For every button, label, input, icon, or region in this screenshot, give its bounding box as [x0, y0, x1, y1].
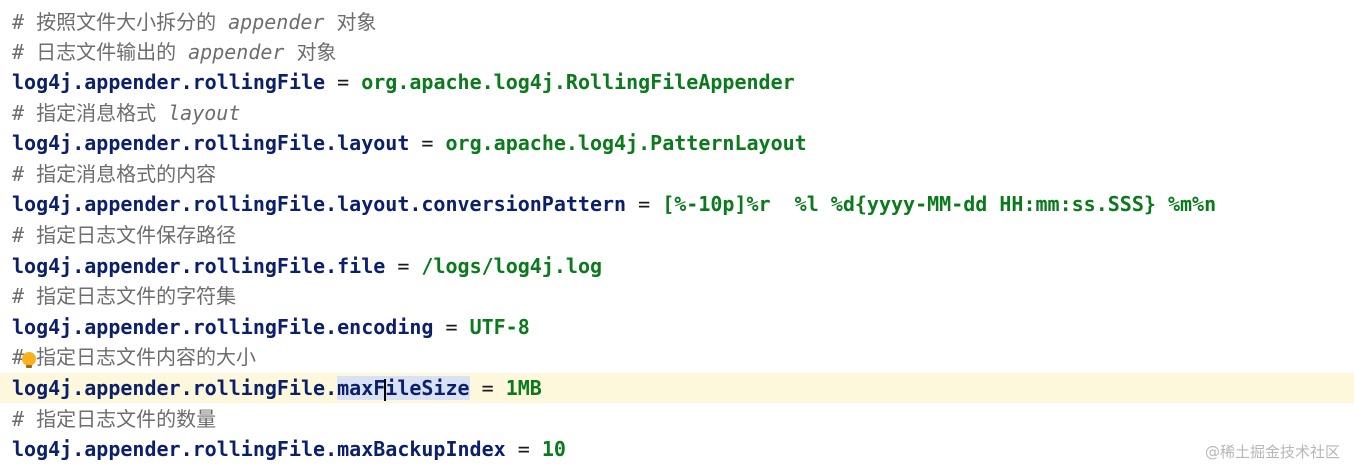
comment-text: 指定消息格式的内容 [36, 162, 217, 186]
comment-text: 指定日志文件的字符集 [36, 284, 237, 308]
property-equals: = [385, 254, 422, 278]
lightbulb-icon[interactable] [22, 351, 37, 368]
code-line-comment[interactable]: # 指定消息格式 layout [0, 98, 1354, 128]
property-equals: = [505, 437, 542, 461]
comment-suffix: 对象 [284, 40, 337, 64]
comment-prefix: # [12, 162, 37, 186]
comment-text: 日志文件输出的 [36, 40, 189, 64]
property-equals: = [626, 192, 663, 216]
property-key: log4j.appender.rollingFile.encoding [12, 315, 434, 339]
comment-prefix: # [12, 10, 37, 34]
code-line-comment[interactable]: # 指定日志文件保存路径 [0, 220, 1354, 250]
comment-text: 指定消息格式 [36, 101, 169, 125]
code-line-comment[interactable]: # 按照文件大小拆分的 appender 对象 [0, 7, 1354, 37]
watermark: @稀土掘金技术社区 [1204, 443, 1340, 461]
code-line-comment[interactable]: # 日志文件输出的 appender 对象 [0, 37, 1354, 67]
code-line-comment[interactable]: # 指定日志文件内容的大小 [0, 342, 1354, 372]
property-key: log4j.appender.rollingFile.layout.conver… [12, 192, 627, 216]
comment-suffix: 对象 [324, 10, 377, 34]
property-value: [%-10p]%r %l %d{yyyy-MM-dd HH:mm:ss.SSS}… [662, 192, 1217, 216]
property-value: org.apache.log4j.RollingFileAppender [361, 70, 795, 94]
property-equals: = [433, 315, 470, 339]
code-line-comment[interactable]: # 指定日志文件的数量 [0, 404, 1354, 434]
comment-italic: appender [188, 40, 285, 64]
comment-text: 指定日志文件保存路径 [36, 223, 237, 247]
property-value: 1MB [505, 376, 542, 400]
comment-text: 指定日志文件内容的大小 [36, 345, 257, 369]
property-equals: = [409, 131, 446, 155]
property-key: log4j.appender.rollingFile.file [12, 254, 386, 278]
code-line-property[interactable]: log4j.appender.rollingFile.encoding = UT… [0, 312, 1354, 342]
selected-word: maxFileSize [337, 376, 470, 401]
code-editor[interactable]: # 按照文件大小拆分的 appender 对象 # 日志文件输出的 append… [0, 0, 1354, 470]
comment-prefix: # [12, 101, 37, 125]
code-line-comment[interactable]: # 指定日志文件的字符集 [0, 281, 1354, 311]
comment-prefix: # [12, 223, 37, 247]
comment-prefix: # [12, 40, 37, 64]
property-value: /logs/log4j.log [421, 254, 603, 278]
code-line-property[interactable]: log4j.appender.rollingFile.maxBackupInde… [0, 434, 1354, 464]
selected-word-before-caret: maxF [337, 376, 386, 400]
comment-italic: layout [168, 101, 241, 125]
property-key: log4j.appender.rollingFile.layout [12, 131, 410, 155]
property-key: log4j.appender.rollingFile [12, 70, 326, 94]
selected-word-after-caret: ileSize [385, 376, 470, 400]
property-value: org.apache.log4j.PatternLayout [445, 131, 807, 155]
code-line-property[interactable]: log4j.appender.rollingFile.layout = org.… [0, 128, 1354, 158]
code-line-property[interactable]: log4j.appender.rollingFile = org.apache.… [0, 67, 1354, 97]
comment-prefix: # [12, 407, 37, 431]
property-value: UTF-8 [469, 315, 530, 339]
comment-prefix: # [12, 284, 37, 308]
property-key-prefix: log4j.appender.rollingFile. [12, 376, 338, 400]
code-line-current[interactable]: log4j.appender.rollingFile.maxFileSize =… [0, 373, 1354, 403]
comment-italic: appender [228, 10, 325, 34]
property-equals: = [469, 376, 506, 400]
property-key: log4j.appender.rollingFile.maxBackupInde… [12, 437, 506, 461]
property-value: 10 [541, 437, 566, 461]
code-line-property[interactable]: log4j.appender.rollingFile.layout.conver… [0, 189, 1354, 219]
comment-text: 按照文件大小拆分的 [36, 10, 229, 34]
code-line-property[interactable]: log4j.appender.rollingFile.file = /logs/… [0, 251, 1354, 281]
comment-text: 指定日志文件的数量 [36, 407, 217, 431]
code-line-comment[interactable]: # 指定消息格式的内容 [0, 159, 1354, 189]
property-equals: = [325, 70, 362, 94]
